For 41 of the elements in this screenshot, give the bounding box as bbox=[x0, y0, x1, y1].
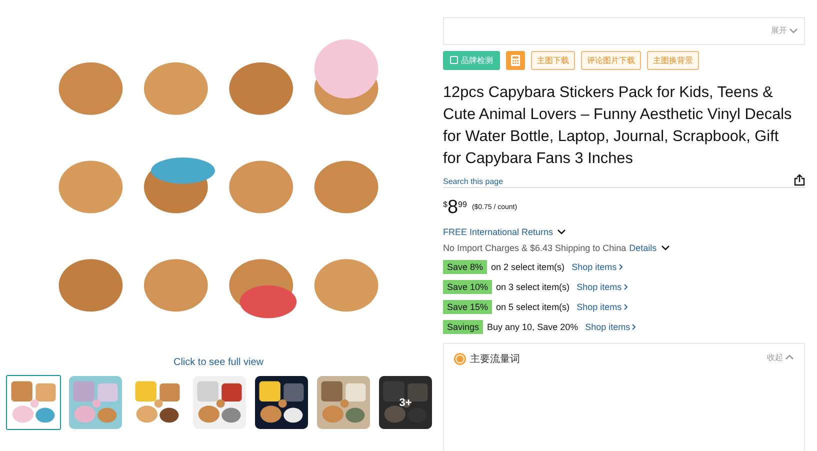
currency-symbol: $ bbox=[443, 200, 448, 209]
promotion-text: on 2 select item(s) bbox=[491, 262, 565, 272]
chevron-down-icon bbox=[789, 28, 798, 34]
image-thumbnail[interactable] bbox=[316, 375, 371, 430]
price-whole: 8 bbox=[447, 198, 458, 218]
discount-badge: Savings bbox=[443, 320, 484, 334]
shop-items-link[interactable]: Shop items bbox=[572, 262, 623, 272]
discount-badge: Save 8% bbox=[443, 260, 488, 274]
promotion-text: on 5 select item(s) bbox=[496, 302, 570, 312]
shop-items-link[interactable]: Shop items bbox=[585, 322, 636, 332]
product-title: 12pcs Capybara Stickers Pack for Kids, Teens & Cute Animal Lovers – Funny Aesthetic Vinyl Decals for Water Bottle, Laptop, Journal, Scrapbook, Gift for Capybara Fans 3 Inches bbox=[443, 82, 793, 169]
chevron-right-icon bbox=[624, 304, 628, 310]
panel-title: 主要流量词 bbox=[470, 352, 520, 366]
image-thumbnail[interactable] bbox=[6, 375, 61, 430]
coin-icon bbox=[454, 352, 466, 365]
chevron-right-icon bbox=[624, 284, 628, 290]
more-images-count: 3+ bbox=[399, 396, 412, 408]
chevron-up-icon bbox=[785, 354, 794, 360]
image-thumbnail[interactable] bbox=[254, 375, 309, 430]
returns-link[interactable]: FREE International Returns bbox=[443, 226, 554, 237]
chevron-down-icon bbox=[660, 244, 670, 251]
chevron-right-icon bbox=[632, 324, 636, 330]
shipping-text: No Import Charges & $6.43 Shipping to China bbox=[443, 242, 626, 253]
full-view-link[interactable]: Click to see full view bbox=[173, 357, 264, 368]
shop-items-link[interactable]: Shop items bbox=[576, 282, 628, 292]
discount-badge: Save 10% bbox=[443, 280, 492, 294]
share-icon[interactable] bbox=[794, 174, 805, 186]
promotion-text: Buy any 10, Save 20% bbox=[487, 322, 578, 332]
search-page-link[interactable]: Search this page bbox=[443, 176, 504, 186]
image-thumbnail[interactable]: 3+ bbox=[378, 375, 433, 430]
discount-badge: Save 15% bbox=[443, 300, 492, 314]
details-link[interactable]: Details bbox=[629, 242, 657, 253]
image-thumbnail[interactable] bbox=[192, 375, 247, 430]
chevron-right-icon bbox=[618, 264, 623, 270]
calculator-icon bbox=[511, 54, 520, 66]
image-thumbnail[interactable] bbox=[68, 375, 123, 430]
shop-items-link[interactable]: Shop items bbox=[576, 302, 628, 312]
chevron-down-icon bbox=[557, 228, 566, 235]
promotion-text: on 3 select item(s) bbox=[496, 282, 570, 292]
checkbox-icon bbox=[450, 56, 458, 64]
price-fraction: 99 bbox=[458, 200, 467, 209]
